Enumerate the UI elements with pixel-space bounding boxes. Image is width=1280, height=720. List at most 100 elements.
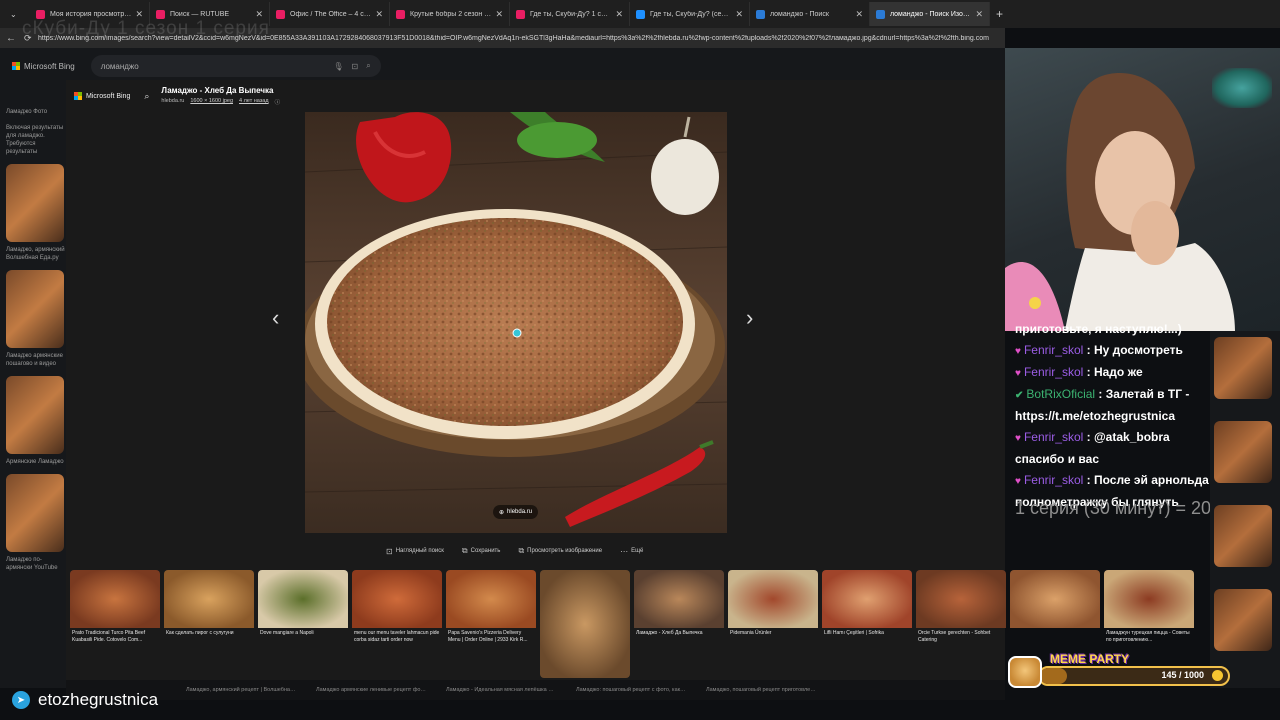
visual-search-button[interactable]: ⊡ Наглядный поиск — [386, 546, 444, 556]
related-image-thumb[interactable]: Как сделать пирог с сулугуни — [164, 570, 254, 678]
result-thumb[interactable] — [1214, 589, 1272, 651]
image-viewer: Microsoft Bing ⌕ Ламаджо - Хлеб Да Выпеч… — [66, 80, 1194, 680]
left-result-caption[interactable]: Ламаджо армянские пошагово и видео — [6, 352, 66, 368]
thumb-image — [540, 570, 630, 678]
webcam-feed — [1005, 48, 1280, 331]
previous-image-arrow-icon[interactable]: ‹ — [272, 305, 279, 331]
save-button[interactable]: ⧉ Сохранить — [462, 546, 501, 556]
search-icon[interactable]: ⌕ — [366, 61, 370, 71]
close-tab-icon[interactable]: ✕ — [495, 9, 503, 20]
bottom-results-strip: Ламаджо, армянский рецепт | Волшебная Ед… — [66, 680, 1005, 700]
left-result-thumb[interactable] — [6, 164, 64, 242]
close-tab-icon[interactable]: ✕ — [135, 9, 143, 20]
related-image-thumb[interactable]: Prato Tradicional Turco Pita Beef Kuabas… — [70, 570, 160, 678]
image-title[interactable]: Ламаджо - Хлеб Да Выпечка — [161, 86, 280, 95]
view-image-button[interactable]: ⧉ Просмотреть изображение — [518, 546, 602, 556]
tab-label: ломанджо - Поиск — [770, 10, 829, 18]
browser-tab[interactable]: Офис / The Office – 4 сезон 1 се… ✕ — [270, 2, 390, 26]
result-thumb[interactable] — [1214, 505, 1272, 567]
right-results-strip — [1210, 331, 1280, 688]
thumb-caption: Prato Tradicional Turco Pita Beef Kuabas… — [72, 630, 146, 643]
left-result-thumb[interactable] — [6, 474, 64, 552]
info-icon[interactable]: ⓘ — [275, 98, 281, 106]
related-image-thumb[interactable]: Lifli Hamı Çeşitleri | Sofrika — [822, 570, 912, 678]
streamer-silhouette — [1005, 73, 1235, 331]
result-thumb[interactable] — [1214, 421, 1272, 483]
related-image-thumb[interactable] — [540, 570, 630, 678]
tab-list-chevron-icon[interactable]: ⌄ — [4, 10, 30, 19]
chat-username[interactable]: Fenrir_skol — [1024, 343, 1083, 357]
thumb-image — [446, 570, 536, 628]
bottom-result-caption[interactable]: Ламаджо, армянский рецепт | Волшебная Ед… — [186, 687, 296, 693]
related-image-thumb[interactable]: Pidemania Ürünler — [728, 570, 818, 678]
left-result-caption[interactable]: Ламаджо по-армянски YouTube — [6, 556, 66, 572]
related-image-thumb[interactable]: Orcie Turkse gerechten - Sohbet Catering — [916, 570, 1006, 678]
bing-logo-text: Microsoft Bing — [24, 61, 75, 71]
related-image-thumb[interactable]: menu our menu taveler lahmacun pide corb… — [352, 570, 442, 678]
tab-label: Где ты, Скуби-Ду? 1 сезон 1 се… — [530, 10, 612, 18]
source-badge[interactable]: ⊕ hlebda.ru — [493, 505, 539, 519]
image-size[interactable]: 1600 × 1600 jpeg — [190, 98, 233, 106]
close-tab-icon[interactable]: ✕ — [255, 9, 263, 20]
image-age[interactable]: 4 лет назад — [239, 98, 269, 106]
main-image-lahmajun[interactable] — [305, 112, 727, 533]
search-icon[interactable]: ⌕ — [144, 91, 149, 102]
tab-favicon-icon — [876, 9, 885, 19]
save-label: Сохранить — [470, 548, 501, 554]
visual-search-label: Наглядный поиск — [395, 548, 444, 554]
close-tab-icon[interactable]: ✕ — [615, 9, 623, 20]
chat-username[interactable]: Fenrir_skol — [1024, 365, 1083, 379]
microsoft-logo-icon — [12, 62, 20, 70]
chat-separator: : — [1095, 387, 1106, 401]
bottom-result-caption[interactable]: Ламаджо - Идеальная мясная лепёшка в дом… — [446, 687, 556, 693]
close-tab-icon[interactable]: ✕ — [975, 9, 983, 20]
thumb-image — [70, 570, 160, 628]
meme-progress-fill — [1040, 668, 1068, 684]
meme-count: 145 / 1000 — [1161, 670, 1204, 680]
bing-search-box[interactable]: ломанджо 🎙 ⊡ ⌕ — [90, 55, 381, 77]
left-result-thumb[interactable] — [6, 376, 64, 454]
left-result-caption[interactable]: Армянские Ламаджо — [6, 458, 66, 466]
bottom-result-caption[interactable]: Ламаджо: пошаговый рецепт с фото, как пр… — [576, 687, 686, 693]
chat-username[interactable]: BotRixOficial — [1026, 387, 1095, 401]
browser-tab[interactable]: Моя история просмотров на RUTUBE✕ — [30, 2, 150, 26]
browser-tab[interactable]: Поиск — RUTUBE ✕ — [150, 2, 270, 26]
thumb-image — [822, 570, 912, 628]
more-button[interactable]: ⋯ Ещё — [620, 546, 643, 556]
browser-tab[interactable]: Крутые бобры 2 сезон 15 серия✕ — [390, 2, 510, 26]
chat-username[interactable]: Fenrir_skol — [1024, 430, 1083, 444]
viewer-logo-text: Microsoft Bing — [86, 92, 131, 100]
source-domain[interactable]: hlebda.ru — [161, 98, 184, 106]
related-image-thumb[interactable]: Ламаджо - Хлеб Да Выпечка — [634, 570, 724, 678]
next-image-arrow-icon[interactable]: › — [746, 305, 753, 331]
chat-badge-icon: ✔ — [1015, 390, 1024, 401]
close-tab-icon[interactable]: ✕ — [855, 9, 863, 20]
refresh-icon[interactable]: ⟳ — [24, 33, 38, 44]
browser-tab[interactable]: Где ты, Скуби-Ду? 1 сезон 1 се…✕ — [510, 2, 630, 26]
viewer-bing-logo[interactable]: Microsoft Bing — [74, 92, 130, 100]
browser-tab[interactable]: Где ты, Скуби-Ду? (сериал, 1969) ✕ — [630, 2, 750, 26]
browser-tab[interactable]: ломанджо - Поиск Изображени… ✕ — [870, 2, 990, 26]
back-arrow-icon[interactable]: ← — [6, 33, 24, 44]
chat-badge-icon: ♥ — [1015, 368, 1021, 379]
result-thumb[interactable] — [1214, 337, 1272, 399]
close-tab-icon[interactable]: ✕ — [375, 9, 383, 20]
tab-label: Поиск — RUTUBE — [170, 10, 230, 18]
left-result-thumb[interactable] — [6, 270, 64, 348]
view-image-label: Просмотреть изображение — [527, 548, 603, 554]
microphone-icon[interactable]: 🎙 — [333, 62, 343, 71]
browser-tab[interactable]: ломанджо - Поиск ✕ — [750, 2, 870, 26]
bottom-result-caption[interactable]: Ламаджо, пошаговый рецепт приготовления … — [706, 687, 816, 693]
related-image-thumb[interactable]: Dove mangiare a Napoli — [258, 570, 348, 678]
close-tab-icon[interactable]: ✕ — [735, 9, 743, 20]
url-field[interactable]: https://www.bing.com/images/search?view=… — [38, 35, 989, 42]
chat-username[interactable]: Fenrir_skol — [1024, 473, 1083, 487]
new-tab-button[interactable]: + — [996, 7, 1003, 21]
viewer-header: Microsoft Bing ⌕ Ламаджо - Хлеб Да Выпеч… — [66, 80, 1005, 112]
bottom-result-caption[interactable]: Ламаджо армянские ленивые рецепт фото по… — [316, 687, 426, 693]
visual-search-icon[interactable]: ⊡ — [352, 62, 359, 71]
search-input[interactable]: ломанджо — [101, 62, 334, 71]
bing-logo[interactable]: Microsoft Bing — [12, 62, 75, 71]
left-result-caption[interactable]: Ламаджо, армянский Волшебная Еда.ру — [6, 246, 66, 262]
related-image-thumb[interactable]: Papa Savenio's Pizzeria Delivery Menu | … — [446, 570, 536, 678]
